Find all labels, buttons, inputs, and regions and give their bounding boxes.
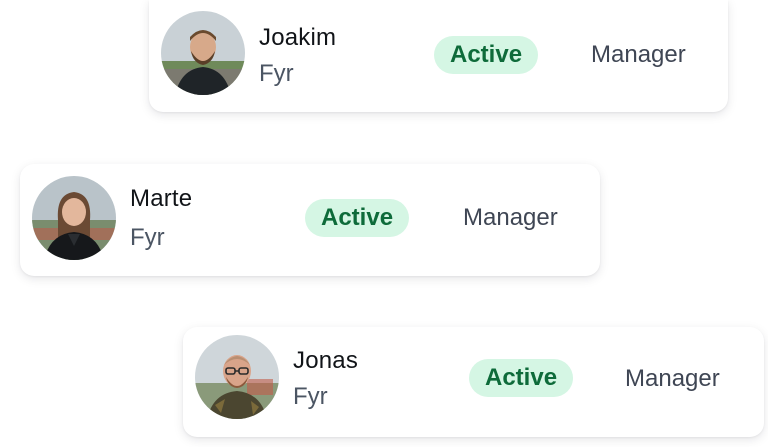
user-subtitle: Fyr bbox=[293, 383, 328, 410]
avatar bbox=[32, 176, 116, 260]
user-card[interactable]: Marte Fyr Active Manager bbox=[20, 164, 600, 276]
user-card[interactable]: Joakim Fyr Active Manager bbox=[149, 0, 728, 112]
user-role: Manager bbox=[591, 41, 686, 68]
user-subtitle: Fyr bbox=[259, 60, 294, 87]
status-badge: Active bbox=[469, 359, 574, 397]
user-role: Manager bbox=[463, 204, 558, 231]
person-avatar-icon bbox=[161, 11, 245, 95]
status-badge: Active bbox=[434, 36, 539, 74]
user-name: Jonas bbox=[293, 347, 359, 374]
user-role: Manager bbox=[625, 365, 720, 392]
avatar bbox=[161, 11, 245, 95]
user-cards-canvas: Joakim Fyr Active Manager Marte Fyr Acti… bbox=[0, 0, 768, 447]
person-avatar-icon bbox=[32, 176, 116, 260]
user-card[interactable]: Jonas Fyr Active Manager bbox=[183, 327, 764, 437]
avatar bbox=[195, 335, 279, 419]
person-avatar-icon bbox=[195, 335, 279, 419]
user-name: Marte bbox=[130, 185, 193, 212]
status-badge: Active bbox=[305, 199, 410, 237]
user-subtitle: Fyr bbox=[130, 224, 165, 251]
user-name: Joakim bbox=[259, 24, 337, 51]
